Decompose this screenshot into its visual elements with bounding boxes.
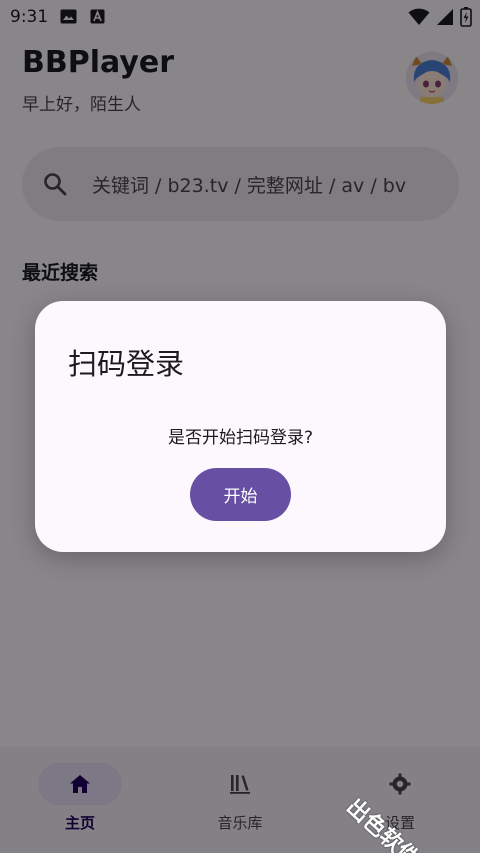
- qr-login-dialog: 扫码登录 是否开始扫码登录? 开始: [35, 301, 446, 552]
- start-button[interactable]: 开始: [190, 468, 291, 521]
- dialog-message: 是否开始扫码登录?: [167, 428, 314, 448]
- dialog-title: 扫码登录: [68, 347, 185, 381]
